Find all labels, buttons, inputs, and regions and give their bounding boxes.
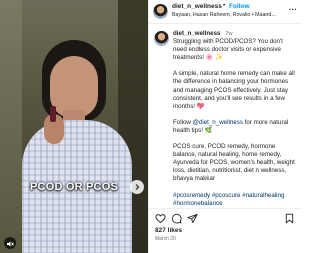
- comment-button[interactable]: [171, 213, 182, 224]
- like-button[interactable]: [155, 213, 166, 224]
- hashtag-links[interactable]: #pcosremedy #pcoscure #naturalhealing #h…: [173, 192, 297, 208]
- follow-button[interactable]: Follow: [229, 3, 250, 10]
- post-header: diet_n_wellness • Follow Bayaan, Hasan R…: [149, 0, 301, 24]
- likes-count[interactable]: 827 likes: [155, 227, 182, 234]
- comment-icon: [171, 213, 182, 224]
- post-sidebar: diet_n_wellness • Follow Bayaan, Hasan R…: [148, 0, 301, 253]
- caption-paragraph-3: Follow @diet_n_wellness for more natural…: [173, 119, 297, 135]
- action-bar: [149, 208, 301, 226]
- background-shelf-left: [0, 0, 22, 253]
- save-button[interactable]: [284, 213, 295, 224]
- bookmark-icon: [285, 213, 294, 224]
- post-media-video[interactable]: PCOD OR PCOS: [0, 0, 148, 253]
- lipstick-prop: [50, 106, 56, 122]
- video-caption: PCOD OR PCOS: [30, 181, 118, 193]
- avatar[interactable]: [153, 4, 168, 19]
- presenter-face: [50, 56, 98, 118]
- share-icon: [187, 213, 198, 224]
- caption-username[interactable]: diet_n_wellness: [173, 30, 220, 37]
- caption-paragraph-2: A simple, natural home remedy can make a…: [173, 70, 295, 110]
- mention-link[interactable]: @diet_n_wellness: [193, 119, 243, 126]
- caption-paragraph-1: Struggling with PCOD/PCOS? You don't nee…: [173, 38, 283, 62]
- post-date[interactable]: March 20: [155, 236, 176, 242]
- caption-avatar[interactable]: [154, 31, 169, 46]
- caption-body: diet_n_wellness 7w Struggling with PCOD/…: [173, 30, 297, 208]
- sound-toggle-button[interactable]: [4, 237, 16, 249]
- caption-follow-prefix: Follow: [173, 118, 193, 126]
- share-button[interactable]: [187, 213, 198, 224]
- instagram-post: PCOD OR PCOS diet_n_wellness • Follow Ba…: [0, 0, 301, 253]
- caption-paragraph-4: PCOS cure, PCOD remedy, hormone balance,…: [173, 143, 295, 183]
- chevron-right-icon: [135, 184, 140, 190]
- heart-icon: [155, 214, 166, 224]
- header-separator: •: [223, 2, 226, 9]
- more-options-button[interactable]: ...: [289, 3, 297, 12]
- audio-attribution[interactable]: Bayaan, Hasan Raheem, Rovalio • Maand...: [172, 12, 276, 18]
- header-username[interactable]: diet_n_wellness: [172, 3, 222, 10]
- caption-section: diet_n_wellness 7w Struggling with PCOD/…: [149, 25, 301, 208]
- caption-timestamp[interactable]: 7w: [225, 31, 232, 37]
- speaker-muted-icon: [7, 241, 14, 247]
- next-media-button[interactable]: [130, 180, 144, 194]
